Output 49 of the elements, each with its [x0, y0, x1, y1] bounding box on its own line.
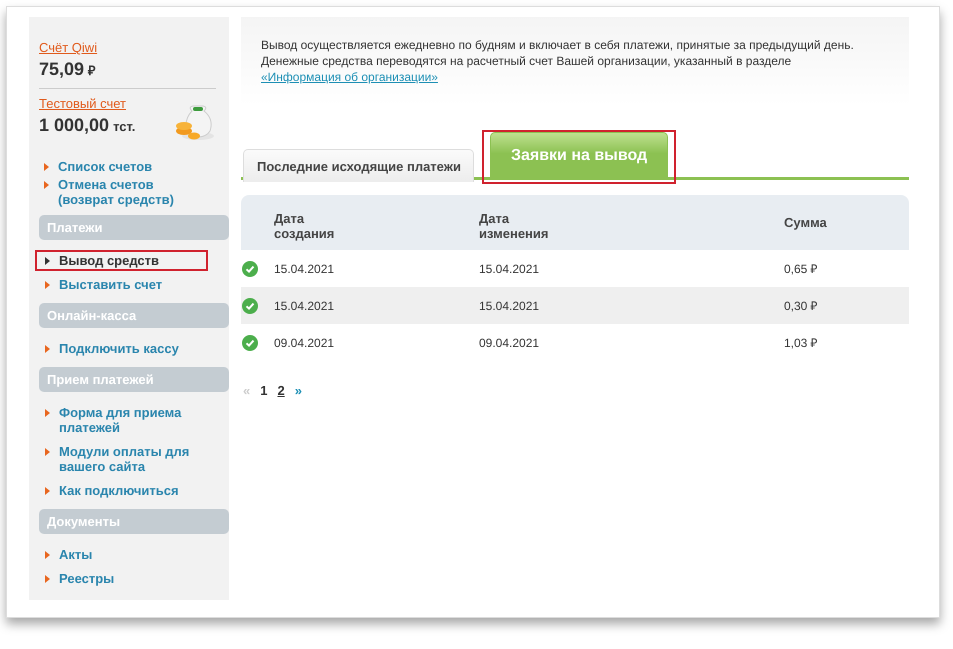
currency-label: тст. [113, 119, 136, 134]
organization-link[interactable]: «Информация об организации» [261, 70, 438, 84]
next-page-link[interactable]: » [294, 383, 302, 398]
tab[interactable]: Заявки на вывод [490, 132, 668, 178]
section-header: Онлайн-касса [39, 303, 229, 328]
table-cell-text: 1,03 ₽ [784, 335, 818, 351]
column-header: Дата изменения [479, 210, 550, 240]
section-header: Документы [39, 509, 229, 534]
bullet-icon [45, 448, 50, 456]
section-header: Прием платежей [39, 367, 229, 392]
tab[interactable]: Последние исходящие платежи [243, 149, 474, 182]
sidebar-link[interactable]: Акты [59, 547, 199, 562]
table-cell-text: 15.04.2021 [274, 262, 336, 276]
sidebar-link[interactable]: Выставить счет [59, 277, 199, 292]
bullet-icon [45, 409, 50, 417]
sidebar-link[interactable]: Реестры [59, 571, 199, 586]
account-link[interactable]: Тестовый счет [39, 96, 126, 111]
column-header: Дата создания [274, 210, 336, 240]
bullet-icon [45, 281, 50, 289]
account-link[interactable]: Счёт Qiwi [39, 40, 98, 55]
account-balance: 1 000,00 [39, 115, 110, 136]
sidebar-link[interactable]: Список счетов [58, 159, 198, 174]
sidebar-link[interactable]: Как подключиться [59, 483, 199, 498]
table-cell-text: 09.04.2021 [479, 336, 540, 350]
bullet-icon [45, 575, 50, 583]
account-balance: 75,09 [39, 59, 84, 80]
currency-label: ₽ [88, 62, 96, 79]
table-cell-text: 15.04.2021 [479, 262, 540, 276]
sidebar-link[interactable]: Подключить кассу [59, 341, 199, 356]
info-text: Вывод осуществляется ежедневно по будням и включает в себя платежи, принятые за предыдущий день. Денежные средства переводятся на расчетный счет Вашей организации, указанный в разделе «Информация об организации» [261, 37, 855, 85]
bullet-icon [45, 345, 50, 353]
bullet-icon [45, 257, 50, 265]
table-cell-text: 09.04.2021 [274, 336, 336, 350]
table-cell-text: 15.04.2021 [479, 298, 540, 312]
sidebar-link[interactable]: Форма для приема платежей [59, 405, 199, 435]
sidebar-link[interactable]: Модули оплаты для вашего сайта [59, 444, 199, 474]
bullet-icon [45, 551, 50, 559]
page-link[interactable]: 2 [277, 383, 285, 398]
table-cell-text: 0,65 ₽ [784, 261, 818, 277]
table-cell-text: 0,30 ₽ [784, 298, 818, 314]
sidebar-link[interactable]: Вывод средств [59, 253, 199, 268]
bullet-icon [44, 163, 49, 171]
sidebar-link[interactable]: Отмена счетов (возврат средств) [58, 177, 198, 207]
column-header: Сумма [784, 215, 828, 230]
bullet-icon [44, 181, 49, 189]
page-link[interactable]: 1 [260, 383, 268, 398]
bullet-icon [45, 487, 50, 495]
table-cell-text: 15.04.2021 [274, 298, 336, 312]
section-header: Платежи [39, 215, 229, 240]
